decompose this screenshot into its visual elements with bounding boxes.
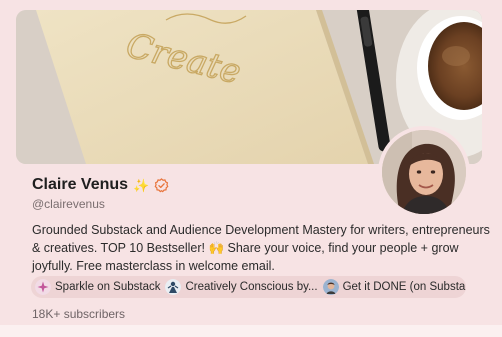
publication-label: Creatively Conscious by... xyxy=(185,281,318,293)
profile-bio: Grounded Substack and Audience Developme… xyxy=(32,221,490,275)
creative-logo-icon xyxy=(165,279,182,295)
publication-label: Get it DONE (on Substa... xyxy=(342,281,466,293)
profile-name-row: Claire Venus ✨ xyxy=(32,176,169,194)
bio-line: & creatives. TOP 10 Bestseller! 🙌 Share … xyxy=(32,241,459,255)
publication-label: Sparkle on Substack xyxy=(55,281,161,293)
bio-line: joyfully. Free masterclass in welcome em… xyxy=(32,259,275,273)
publications-list: Sparkle on Substack Creatively Conscious… xyxy=(31,276,466,298)
profile-name: Claire Venus xyxy=(32,176,129,193)
subscriber-count: 18K+ subscribers xyxy=(32,307,126,321)
profile-handle: @clairevenus xyxy=(32,197,105,211)
avatar[interactable] xyxy=(378,126,470,218)
bio-line: Grounded Substack and Audience Developme… xyxy=(32,223,490,237)
verified-badge-icon xyxy=(154,177,169,192)
page-footer-strip xyxy=(0,325,502,337)
avatar-logo-icon xyxy=(322,279,339,295)
publication-get-it-done[interactable]: Get it DONE (on Substa... xyxy=(322,279,466,295)
sparkle-icon: ✨ xyxy=(133,177,150,193)
publication-creatively-conscious[interactable]: Creatively Conscious by... xyxy=(165,279,318,295)
sparkle-logo-icon xyxy=(35,279,51,295)
publication-sparkle-on-substack[interactable]: Sparkle on Substack xyxy=(35,279,160,295)
